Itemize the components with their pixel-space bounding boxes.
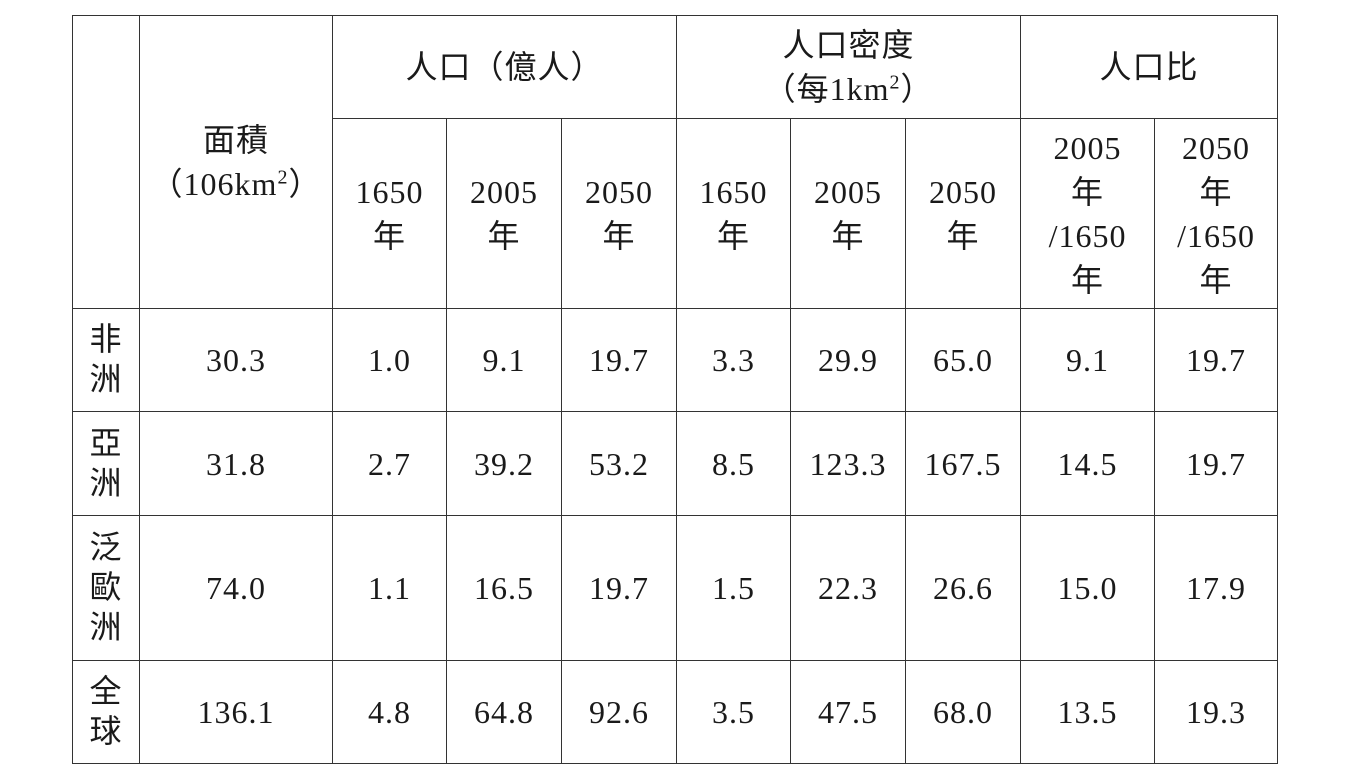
value-cell: 4.8 <box>332 660 447 764</box>
value-cell: 19.7 <box>1154 411 1279 516</box>
value-cell: 13.5 <box>1020 660 1156 764</box>
value-cell: 19.7 <box>560 515 678 661</box>
value-cell: 15.0 <box>1020 515 1156 661</box>
population-table: 面積 （106km2） 人口（億人） 人口密度 （每1km2） 人口比 1650… <box>72 15 1279 764</box>
region-cell: 亞洲 <box>72 411 140 516</box>
ratio-header: 人口比 <box>1020 15 1279 119</box>
table-row: 全球 136.1 4.8 64.8 92.6 3.5 47.5 68.0 13.… <box>72 660 1279 764</box>
value-cell: 9.1 <box>1020 308 1156 412</box>
year-header: 2005 年 <box>446 118 562 309</box>
value-cell: 8.5 <box>676 411 792 516</box>
value-cell: 22.3 <box>790 515 907 661</box>
year-header: 1650 年 <box>332 118 447 309</box>
year-header: 2050 年 <box>560 118 678 309</box>
value-cell: 65.0 <box>905 308 1022 412</box>
value-cell: 1.1 <box>332 515 447 661</box>
value-cell: 123.3 <box>790 411 907 516</box>
area-header-unit: （106km2） <box>150 166 322 202</box>
year-header: 1650 年 <box>676 118 792 309</box>
table-row: 亞洲 31.8 2.7 39.2 53.2 8.5 123.3 167.5 14… <box>72 411 1279 516</box>
table-row: 泛歐洲 74.0 1.1 16.5 19.7 1.5 22.3 26.6 15.… <box>72 515 1279 661</box>
value-cell: 19.3 <box>1154 660 1279 764</box>
value-cell: 1.5 <box>676 515 792 661</box>
density-header: 人口密度 （每1km2） <box>676 15 1022 119</box>
region-cell: 全球 <box>72 660 140 764</box>
ratio-year-header: 2050 年/1650 年 <box>1154 118 1279 309</box>
value-cell: 68.0 <box>905 660 1022 764</box>
value-cell: 2.7 <box>332 411 447 516</box>
value-cell: 167.5 <box>905 411 1022 516</box>
area-header: 面積 （106km2） <box>139 15 333 309</box>
year-header: 2005 年 <box>790 118 907 309</box>
value-cell: 30.3 <box>139 308 333 412</box>
region-cell: 非洲 <box>72 308 140 412</box>
corner-cell <box>72 15 140 309</box>
value-cell: 17.9 <box>1154 515 1279 661</box>
value-cell: 14.5 <box>1020 411 1156 516</box>
value-cell: 19.7 <box>1154 308 1279 412</box>
value-cell: 47.5 <box>790 660 907 764</box>
density-header-title: 人口密度 <box>782 27 915 63</box>
value-cell: 64.8 <box>446 660 562 764</box>
value-cell: 136.1 <box>139 660 333 764</box>
year-header: 2050 年 <box>905 118 1022 309</box>
value-cell: 1.0 <box>332 308 447 412</box>
population-header: 人口（億人） <box>331 15 678 119</box>
area-header-title: 面積 <box>202 122 269 158</box>
value-cell: 3.3 <box>676 308 792 412</box>
value-cell: 26.6 <box>905 515 1022 661</box>
table-row: 非洲 30.3 1.0 9.1 19.7 3.3 29.9 65.0 9.1 1… <box>72 308 1279 412</box>
value-cell: 9.1 <box>446 308 562 412</box>
value-cell: 29.9 <box>790 308 907 412</box>
value-cell: 92.6 <box>560 660 678 764</box>
value-cell: 31.8 <box>139 411 333 516</box>
header-row-groups: 面積 （106km2） 人口（億人） 人口密度 （每1km2） 人口比 <box>72 15 1279 309</box>
value-cell: 74.0 <box>139 515 333 661</box>
value-cell: 53.2 <box>560 411 678 516</box>
region-cell: 泛歐洲 <box>72 515 140 661</box>
value-cell: 39.2 <box>446 411 562 516</box>
ratio-year-header: 2005 年/1650 年 <box>1020 118 1156 309</box>
value-cell: 16.5 <box>446 515 562 661</box>
density-header-unit: （每1km2） <box>763 71 934 107</box>
value-cell: 3.5 <box>676 660 792 764</box>
value-cell: 19.7 <box>560 308 678 412</box>
